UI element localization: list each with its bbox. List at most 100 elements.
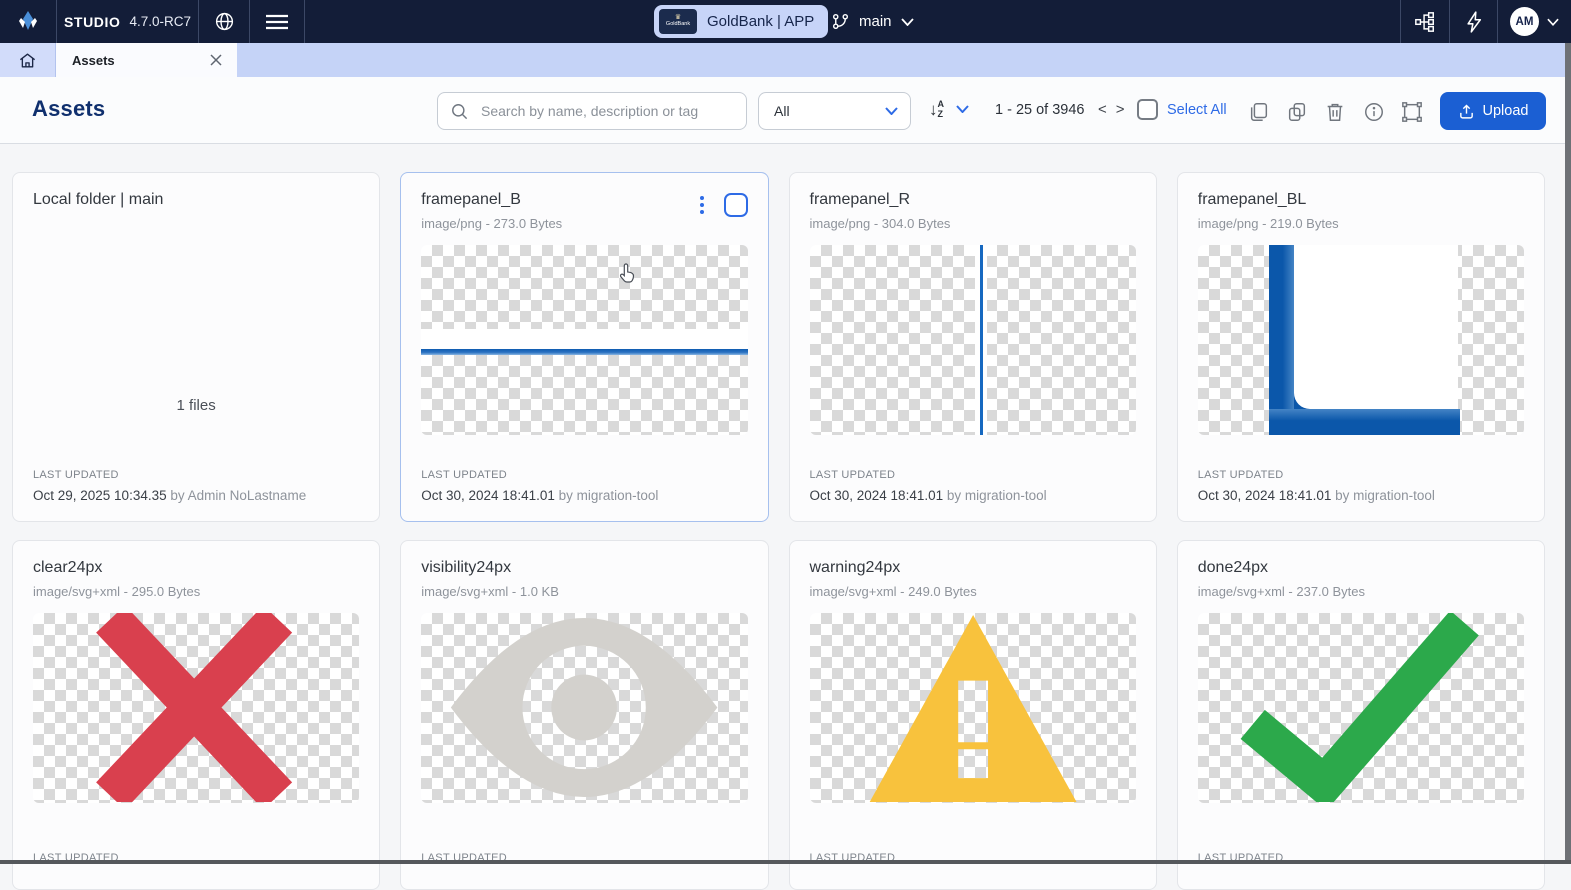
search-icon: [450, 102, 469, 121]
asset-meta: image/svg+xml - 249.0 Bytes: [810, 584, 1136, 599]
asset-meta: image/svg+xml - 237.0 Bytes: [1198, 584, 1524, 599]
tab-bar: Assets: [0, 43, 1571, 77]
menu-button[interactable]: [250, 0, 305, 43]
card-head: visibility24px image/svg+xml - 1.0 KB: [421, 559, 747, 599]
last-updated-label: LAST UPDATED: [33, 469, 359, 481]
copy-icon[interactable]: [1248, 101, 1270, 123]
card-head: warning24px image/svg+xml - 249.0 Bytes: [810, 559, 1136, 599]
card-footer: LAST UPDATED Oct 30, 2024 18:41.01 by mi…: [810, 469, 1136, 503]
hierarchy-icon: [1414, 11, 1436, 33]
asset-name: visibility24px: [421, 559, 747, 577]
next-page-button[interactable]: >: [1116, 101, 1125, 118]
avatar: AM: [1510, 7, 1539, 36]
select-all-checkbox[interactable]: [1137, 99, 1158, 120]
asset-card[interactable]: warning24px image/svg+xml - 249.0 Bytes …: [789, 540, 1157, 890]
file-count: 1 files: [177, 397, 216, 414]
git-branch-icon: [831, 12, 850, 31]
tab-assets[interactable]: Assets: [56, 43, 237, 77]
asset-name: framepanel_R: [810, 191, 1136, 209]
branch-name: main: [859, 13, 892, 30]
asset-name: done24px: [1198, 559, 1524, 577]
chevron-down-icon: [885, 107, 898, 115]
folder-preview: 1 files: [33, 209, 359, 469]
branch-selector[interactable]: main: [831, 0, 914, 43]
tab-assets-label: Assets: [72, 53, 209, 68]
duplicate-icon[interactable]: [1286, 101, 1308, 123]
sort-az-icon: ↓ AZ: [929, 99, 944, 119]
chevron-down-icon: [901, 18, 914, 26]
asset-meta: image/png - 219.0 Bytes: [1198, 216, 1524, 231]
last-updated-label: LAST UPDATED: [421, 469, 747, 481]
chevron-down-icon: [956, 105, 969, 113]
card-head: Local folder | main: [33, 191, 359, 209]
card-actions: [696, 191, 748, 217]
navbar-right: AM: [1400, 0, 1571, 43]
asset-card[interactable]: framepanel_BL image/png - 219.0 Bytes LA…: [1177, 172, 1545, 522]
asset-preview: [1198, 613, 1524, 803]
trash-icon[interactable]: [1324, 101, 1346, 123]
asset-name: clear24px: [33, 559, 359, 577]
card-footer: LAST UPDATED Oct 30, 2024 18:41.01 by mi…: [421, 469, 747, 503]
page-header: Assets All ↓ AZ 1 - 25 of 3946 < > Selec…: [0, 77, 1571, 144]
card-head: framepanel_BL image/png - 219.0 Bytes: [1198, 191, 1524, 231]
brand-name: STUDIO: [64, 14, 121, 30]
kebab-menu-icon[interactable]: [696, 194, 708, 216]
hamburger-icon: [266, 14, 288, 30]
quick-actions-button[interactable]: [1449, 0, 1497, 43]
eye-graphic: [421, 613, 747, 802]
asset-preview: [421, 245, 747, 435]
card-head: done24px image/svg+xml - 237.0 Bytes: [1198, 559, 1524, 599]
app-selector-label: GoldBank | APP: [707, 13, 814, 30]
asset-name: framepanel_B: [421, 191, 695, 209]
search-input[interactable]: [479, 102, 734, 120]
last-updated-value: Oct 29, 2025 10:34.35 by Admin NoLastnam…: [33, 488, 359, 503]
sort-control[interactable]: ↓ AZ: [929, 99, 969, 119]
asset-card[interactable]: framepanel_R image/png - 304.0 Bytes LAS…: [789, 172, 1157, 522]
app-logo[interactable]: [0, 0, 57, 43]
page-title: Assets: [32, 96, 105, 122]
top-navbar: STUDIO 4.7.0-RC7 ♛ GoldBank GoldBank | A…: [0, 0, 1571, 43]
prev-page-button[interactable]: <: [1098, 101, 1107, 118]
select-all-label[interactable]: Select All: [1167, 102, 1227, 118]
brand-version: 4.7.0-RC7: [129, 14, 191, 29]
last-updated-value: Oct 30, 2024 18:41.01 by migration-tool: [1198, 488, 1524, 503]
filter-value: All: [774, 103, 885, 119]
close-icon[interactable]: [209, 53, 223, 67]
upload-label: Upload: [1483, 103, 1529, 119]
red-x-graphic: [33, 613, 359, 802]
asset-checkbox[interactable]: [724, 193, 748, 217]
asset-name: warning24px: [810, 559, 1136, 577]
asset-name: Local folder | main: [33, 191, 359, 209]
search-box[interactable]: [437, 92, 747, 130]
asset-card[interactable]: done24px image/svg+xml - 237.0 Bytes LAS…: [1177, 540, 1545, 890]
asset-name: framepanel_BL: [1198, 191, 1524, 209]
asset-preview: [1198, 245, 1524, 435]
warning-triangle-graphic: [810, 613, 1136, 802]
brand-block: STUDIO 4.7.0-RC7: [57, 0, 199, 43]
selection-marquee-icon[interactable]: [1401, 101, 1423, 123]
last-updated-label: LAST UPDATED: [1198, 469, 1524, 481]
globe-button[interactable]: [199, 0, 250, 43]
tab-home[interactable]: [0, 43, 56, 77]
filter-dropdown[interactable]: All: [758, 92, 911, 130]
chevron-down-icon: [1547, 18, 1559, 26]
pagination-range: 1 - 25 of 3946: [995, 102, 1085, 118]
hierarchy-button[interactable]: [1400, 0, 1449, 43]
asset-card[interactable]: visibility24px image/svg+xml - 1.0 KB LA…: [400, 540, 768, 890]
user-menu[interactable]: AM: [1497, 0, 1571, 43]
checkmark-graphic: [1198, 613, 1524, 802]
gem-logo-icon: [15, 9, 41, 35]
asset-card[interactable]: clear24px image/svg+xml - 295.0 Bytes LA…: [12, 540, 380, 890]
info-icon[interactable]: [1363, 101, 1385, 123]
asset-card[interactable]: Local folder | main 1 files LAST UPDATED…: [12, 172, 380, 522]
app-selector[interactable]: ♛ GoldBank GoldBank | APP: [654, 5, 828, 38]
card-footer: LAST UPDATED Oct 29, 2025 10:34.35 by Ad…: [33, 469, 359, 503]
upload-button[interactable]: Upload: [1440, 92, 1546, 130]
upload-icon: [1458, 103, 1475, 120]
globe-icon: [214, 11, 235, 32]
last-updated-value: Oct 30, 2024 18:41.01 by migration-tool: [421, 488, 747, 503]
asset-preview: [421, 613, 747, 803]
lightning-icon: [1465, 11, 1483, 33]
asset-preview: [810, 613, 1136, 803]
asset-card[interactable]: framepanel_B image/png - 273.0 Bytes LAS…: [400, 172, 768, 522]
